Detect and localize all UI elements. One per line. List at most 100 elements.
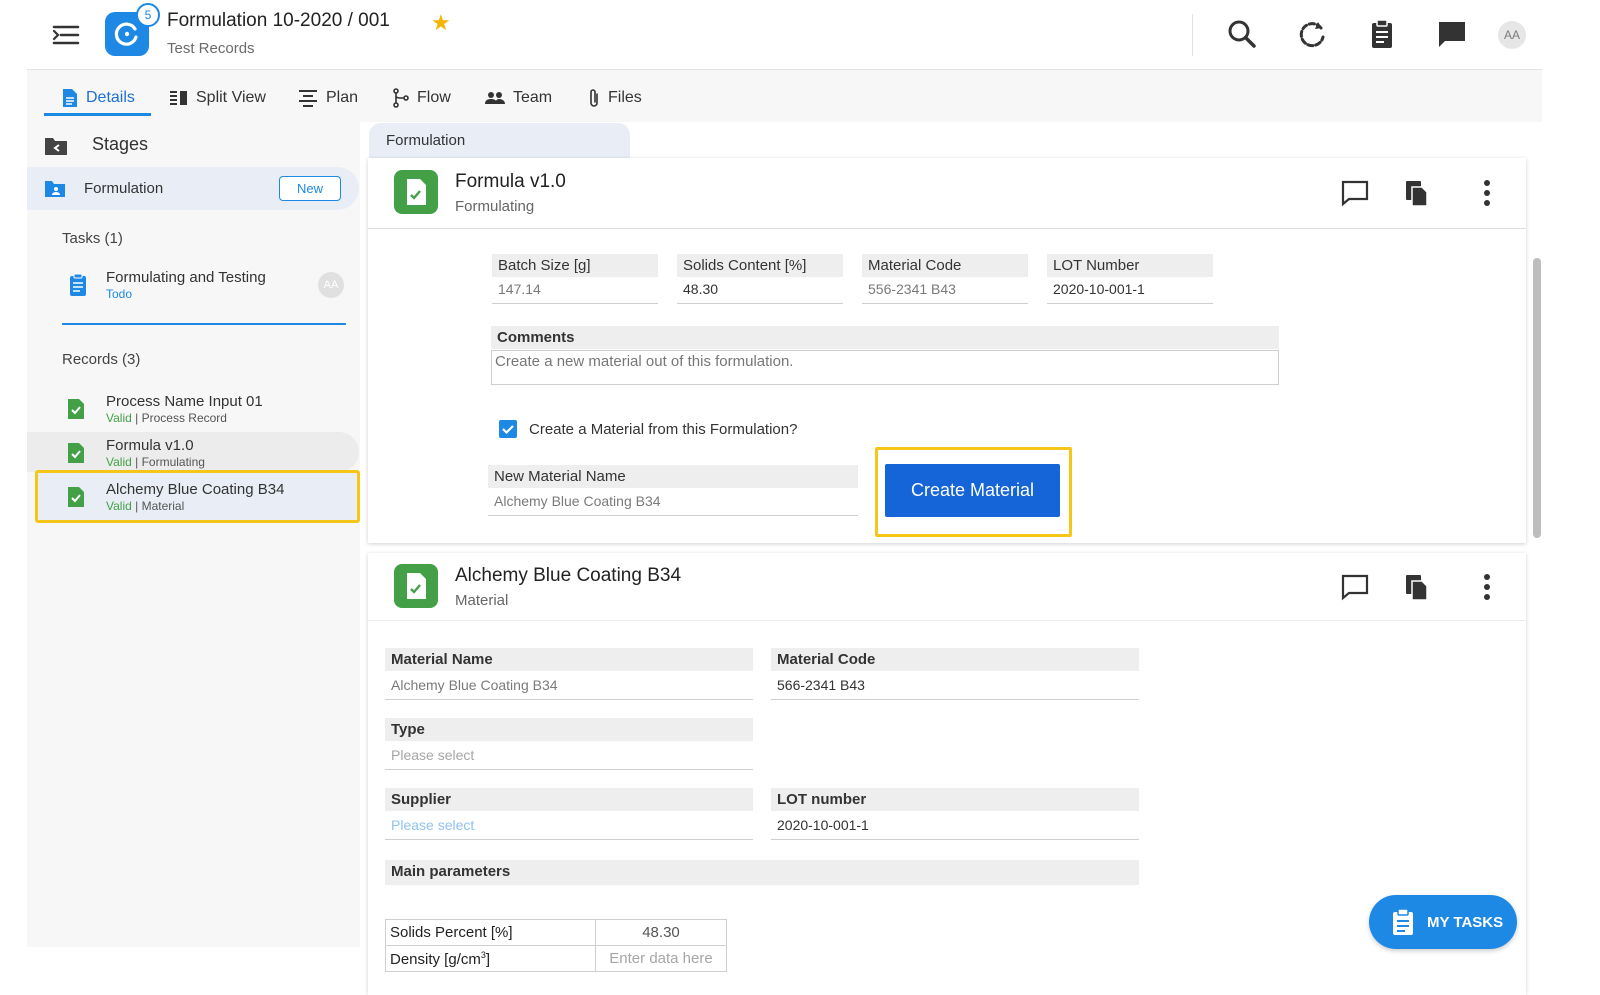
scrollbar[interactable] (1533, 258, 1541, 538)
record-item[interactable]: Process Name Input 01 (106, 393, 263, 410)
solids-content-field[interactable]: 48.30 (677, 277, 843, 304)
field-label: Material Name (385, 648, 753, 671)
field-label: Supplier (385, 788, 753, 811)
field-label: Batch Size [g] (492, 254, 658, 277)
team-icon (485, 92, 505, 104)
my-tasks-button[interactable]: MY TASKS (1369, 895, 1517, 949)
record-type: | Formulating (135, 455, 205, 469)
record-status: Valid (106, 411, 132, 425)
table-row: Solids Percent [%] 48.30 (385, 919, 727, 946)
new-badge: New (279, 176, 341, 201)
type-select[interactable]: Please select (385, 743, 753, 770)
comment-icon[interactable] (1340, 572, 1370, 602)
task-item[interactable]: Formulating and Testing (106, 269, 266, 286)
records-heading: Records (3) (62, 351, 141, 368)
clipboard-icon (1393, 908, 1413, 935)
field-label: New Material Name (488, 465, 858, 488)
card-title: Formula v1.0 (455, 171, 566, 192)
copy-icon[interactable] (1402, 572, 1432, 602)
record-meta: Valid | Formulating (106, 455, 205, 469)
comment-icon[interactable] (1340, 178, 1370, 208)
comments-label: Comments (491, 326, 1279, 349)
notification-badge: 5 (136, 3, 160, 27)
document-icon (63, 89, 77, 107)
field-label: Material Code (862, 254, 1028, 277)
record-doc-icon (67, 442, 85, 469)
supplier-select[interactable]: Please select (385, 813, 753, 840)
folder-back-icon[interactable] (44, 136, 68, 161)
card-subtitle: Material (455, 592, 509, 609)
field-label: LOT number (771, 788, 1139, 811)
param-label-text: Density [g/cm (390, 950, 481, 968)
card-header-divider (368, 620, 1526, 621)
folder-user-icon (44, 180, 66, 203)
split-view-icon (170, 91, 187, 105)
stages-heading: Stages (92, 134, 149, 154)
material-code-field[interactable]: 566-2341 B43 (771, 673, 1139, 700)
parameters-table: Solids Percent [%] 48.30 Density [g/cm3]… (385, 919, 727, 972)
new-material-name-field[interactable]: Alchemy Blue Coating B34 (488, 489, 858, 516)
param-input[interactable]: Enter data here (595, 945, 727, 972)
tab-label: Files (608, 89, 642, 106)
record-meta: Valid | Process Record (106, 411, 227, 425)
page-title: Formulation 10-2020 / 001 (167, 10, 390, 31)
plan-icon (299, 90, 317, 107)
tab-files[interactable]: Files (588, 84, 642, 112)
task-status: Todo (106, 287, 133, 301)
tab-label: Details (86, 89, 135, 106)
task-divider (62, 323, 346, 325)
param-label: Density [g/cm3] (385, 945, 596, 972)
lot-number-field[interactable]: 2020-10-001-1 (771, 813, 1139, 840)
search-icon[interactable] (1226, 18, 1258, 50)
tab-split-view[interactable]: Split View (169, 84, 266, 112)
paperclip-icon (590, 89, 598, 107)
stage-tab-label: Formulation (386, 132, 466, 149)
my-tasks-label: MY TASKS (1427, 913, 1504, 931)
material-name-field[interactable]: Alchemy Blue Coating B34 (385, 673, 753, 700)
chat-icon[interactable] (1436, 18, 1468, 50)
batch-size-field[interactable]: 147.14 (492, 277, 658, 304)
material-code-field[interactable]: 556-2341 B43 (862, 277, 1028, 304)
create-material-checkbox[interactable] (499, 420, 517, 438)
active-tab-indicator (44, 113, 151, 116)
task-assignee-avatar: AA (318, 272, 344, 298)
create-material-button[interactable]: Create Material (885, 464, 1060, 517)
tab-label: Split View (196, 89, 266, 106)
task-clipboard-icon (69, 273, 87, 302)
divider (1192, 14, 1193, 56)
lot-number-field[interactable]: 2020-10-001-1 (1047, 277, 1213, 304)
card-header-divider (368, 228, 1526, 229)
refresh-icon[interactable] (1296, 18, 1328, 50)
record-doc-icon (67, 486, 85, 513)
record-item[interactable]: Formula v1.0 (106, 437, 194, 454)
tab-plan[interactable]: Plan (298, 84, 358, 112)
card-subtitle: Formulating (455, 198, 535, 215)
user-avatar[interactable]: AA (1498, 21, 1526, 49)
copy-icon[interactable] (1402, 178, 1432, 208)
more-vert-icon[interactable] (1472, 572, 1502, 602)
tab-team[interactable]: Team (485, 84, 552, 112)
record-item[interactable]: Alchemy Blue Coating B34 (106, 481, 284, 498)
field-label: Type (385, 718, 753, 741)
param-value[interactable]: 48.30 (595, 919, 727, 946)
clipboard-icon[interactable] (1366, 18, 1398, 50)
tab-label: Flow (417, 89, 451, 106)
tab-label: Plan (326, 89, 359, 106)
tab-details[interactable]: Details (62, 84, 135, 112)
more-vert-icon[interactable] (1472, 178, 1502, 208)
menu-toggle-icon[interactable] (52, 22, 82, 48)
record-doc-icon (67, 398, 85, 425)
stage-label: Formulation (84, 180, 164, 197)
record-meta: Valid | Material (106, 499, 184, 513)
table-row: Density [g/cm3] Enter data here (385, 945, 727, 972)
record-status: Valid (106, 499, 132, 513)
page-subtitle: Test Records (167, 40, 255, 57)
field-label: LOT Number (1047, 254, 1213, 277)
record-doc-icon (394, 564, 438, 608)
param-label-end: ] (485, 950, 491, 968)
comments-textarea[interactable]: Create a new material out of this formul… (491, 350, 1279, 385)
tab-flow[interactable]: Flow (393, 84, 451, 112)
star-icon[interactable]: ★ (431, 10, 451, 36)
record-status: Valid (106, 455, 132, 469)
record-type: | Process Record (135, 411, 227, 425)
